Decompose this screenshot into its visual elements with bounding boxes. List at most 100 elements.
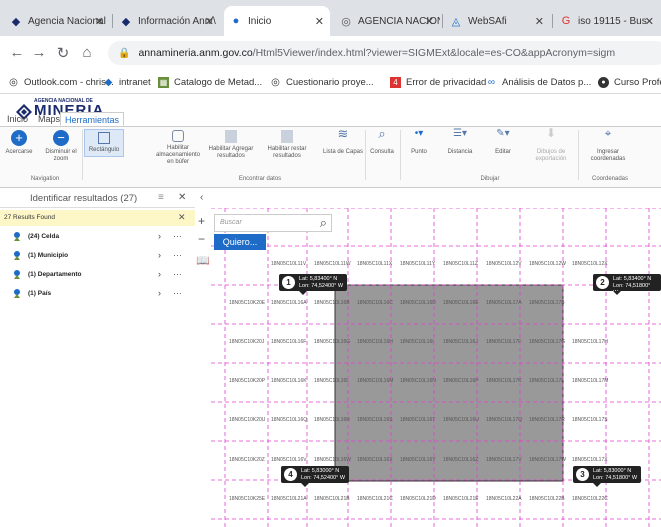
vertex-number: 4 [284, 468, 297, 481]
close-tab-icon[interactable]: ✕ [315, 15, 324, 28]
quiero-button[interactable]: Quiero... [214, 234, 266, 250]
subtract-results-button[interactable]: Habilitar restar resultados [264, 130, 310, 160]
close-tab-icon[interactable]: ✕ [645, 15, 654, 28]
book-icon[interactable]: 📖 [196, 254, 210, 267]
back-arrow-icon[interactable]: ← [8, 44, 26, 61]
anm-diamond-icon: ◆ [121, 15, 131, 28]
grid-cell-label: 18N05C10L16G [314, 339, 351, 345]
zoom-out-map-icon[interactable]: − [198, 232, 205, 246]
chevron-right-icon[interactable]: › [158, 231, 161, 241]
bookmark-label: Error de privacidad [406, 76, 487, 88]
zoom-out-button[interactable]: − Disminuir el zoom [44, 130, 78, 163]
ribbon-divider [578, 130, 579, 180]
chevron-right-icon[interactable]: › [158, 250, 161, 260]
grid-cell-label: 18N05C10L16C [357, 300, 393, 306]
chevron-right-icon[interactable]: › [158, 288, 161, 298]
measure-distance-button[interactable]: ☰▾ Distancia [440, 129, 480, 156]
rectangle-select-button[interactable]: Rectángulo [84, 129, 124, 157]
draw-point-button[interactable]: •▾ Punto [404, 129, 434, 156]
websafi-icon: ◬ [451, 15, 461, 28]
map-canvas[interactable]: 18N05C10L11V 18N05C10L11W 18N05C10L11X 18N0… [211, 208, 661, 527]
home-icon[interactable]: ⌂ [78, 44, 96, 61]
collapse-panel-icon[interactable]: ‹ [200, 192, 203, 203]
result-group-celda[interactable]: (24) Celda › ⋯ [0, 229, 195, 245]
zoom-in-button[interactable]: + Acercarse [4, 130, 34, 156]
close-tab-icon[interactable]: ✕ [425, 15, 434, 28]
edit-button[interactable]: ✎▾ Editar [486, 129, 520, 156]
forward-arrow-icon[interactable]: → [30, 44, 48, 61]
bookmark-label: Curso Profesio [614, 76, 661, 88]
bookmark-curso[interactable]: ● Curso Profesio [598, 74, 661, 90]
browser-tab[interactable]: ● Inicio ✕ [224, 6, 330, 36]
more-options-icon[interactable]: ⋯ [173, 250, 182, 261]
button-label: Consulta [370, 149, 394, 155]
bookmark-intranet[interactable]: ◆ intranet [103, 74, 151, 90]
results-panel-title: Identificar resultados (27) [30, 193, 138, 204]
add-results-button[interactable]: Habilitar Agregar resultados [208, 130, 254, 160]
bookmark-cuestionario[interactable]: ◎ Cuestionario proye... [270, 74, 374, 90]
bookmark-analisis[interactable]: ∞ Análisis de Datos p... [486, 74, 591, 90]
reload-icon[interactable]: ↻ [54, 44, 72, 62]
bookmark-catalogo[interactable]: ▦ Catalogo de Metad... [158, 74, 262, 90]
close-tab-icon[interactable]: ✕ [205, 15, 214, 28]
callout-lon: Lon: 74,52400° W [299, 283, 344, 289]
buffer-button[interactable]: Habilitar almacenamiento en búfer [154, 130, 202, 166]
grid-cell-label: 18N05C10L16B [314, 300, 350, 306]
browser-tab[interactable]: ◆ Agencia Nacional ✕ [4, 6, 110, 36]
list-view-icon[interactable]: ≡ [158, 192, 164, 203]
result-group-departamento[interactable]: (1) Departamento › ⋯ [0, 267, 195, 283]
grid-cell-label: 18N05C10L16Z [443, 457, 479, 463]
ribbon-tab-inicio[interactable]: Inicio [3, 112, 32, 126]
map-pin-icon [13, 232, 24, 242]
grid-cell-label: 18N05C10L17H [572, 339, 608, 345]
grid-cell-label: 18N05C10L16R [314, 417, 350, 423]
url-field[interactable]: 🔒 annamineria.anm.gov.co/Html5Viewer/ind… [108, 41, 661, 65]
callout-lon: Lon: 74,52400° W [301, 475, 346, 481]
tab-title: Inicio [248, 15, 272, 27]
enter-coordinates-button[interactable]: ⌖ Ingresar coordenadas [585, 127, 631, 163]
map-search-input[interactable]: Buscar ⌕ [214, 214, 332, 232]
chevron-right-icon[interactable]: › [158, 269, 161, 279]
browser-tab[interactable]: Giso 19115 - Bus ✕ [554, 6, 660, 36]
close-tab-icon[interactable]: ✕ [535, 15, 544, 28]
group-label-coordenadas: Coordenadas [591, 176, 629, 182]
export-drawings-button[interactable]: ⬇ Dibujos de exportación [528, 127, 574, 163]
ribbon-divider [400, 130, 401, 180]
callout-lat: Lat: 5,83400° N [613, 276, 652, 282]
close-results-icon[interactable]: ✕ [178, 212, 186, 223]
layer-list-button[interactable]: ≋ Lista de Capas [320, 127, 366, 156]
close-icon[interactable]: ✕ [178, 192, 186, 203]
grid-cell-label: 18N05C10L17A [486, 300, 522, 306]
grid-cell-label: 18N05C10L12W [529, 261, 566, 267]
tab-separator [552, 14, 553, 28]
search-icon[interactable]: ⌕ [320, 215, 327, 231]
grid-cell-label: 18N05C10L16M [357, 378, 394, 384]
map-pin-icon [13, 289, 24, 299]
bookmark-outlook[interactable]: ◎ Outlook.com - chris... [8, 74, 114, 90]
ribbon-tab-herramientas[interactable]: Herramientas [60, 112, 125, 126]
globe-icon: ◎ [9, 76, 18, 88]
query-button[interactable]: ⌕ Consulta [366, 127, 398, 156]
bookmark-error-privacidad[interactable]: 4 Error de privacidad [390, 74, 486, 90]
more-options-icon[interactable]: ⋯ [173, 269, 182, 280]
result-group-label: (1) Departamento [28, 271, 82, 278]
grid-cell-label: 18N05C10L17S [572, 417, 608, 423]
zoom-in-map-icon[interactable]: + [198, 214, 205, 228]
coordinate-callout: 3 Lat: 5,83000° N Lon: 74,51800° W [573, 466, 642, 487]
grid-cell-label: 18N05C10L16Q [271, 417, 308, 423]
result-group-pais[interactable]: (1) País › ⋯ [0, 286, 195, 302]
grid-cell-label: 18N05C10L21B [314, 496, 350, 502]
zoom-out-icon: − [53, 130, 69, 146]
more-options-icon[interactable]: ⋯ [173, 231, 182, 242]
close-tab-icon[interactable]: ✕ [95, 15, 104, 28]
browser-tab[interactable]: ◆ Información Ann/\ ✕ [114, 6, 220, 36]
grid-cell-label: 18N05C10L22A [486, 496, 522, 502]
callout-lat: Lat: 5,83400° N [299, 276, 338, 282]
rectangle-select-icon [98, 132, 110, 144]
tab-title: WebSAfi [468, 15, 507, 27]
result-group-municipio[interactable]: (1) Municipio › ⋯ [0, 248, 195, 264]
grid-cell-label: 18N05C10L22C [572, 496, 608, 502]
more-options-icon[interactable]: ⋯ [173, 288, 182, 299]
browser-tab[interactable]: ◬ WebSAfi ✕ [444, 6, 550, 36]
browser-tab[interactable]: ◎ AGENCIA NACION ✕ [334, 6, 440, 36]
